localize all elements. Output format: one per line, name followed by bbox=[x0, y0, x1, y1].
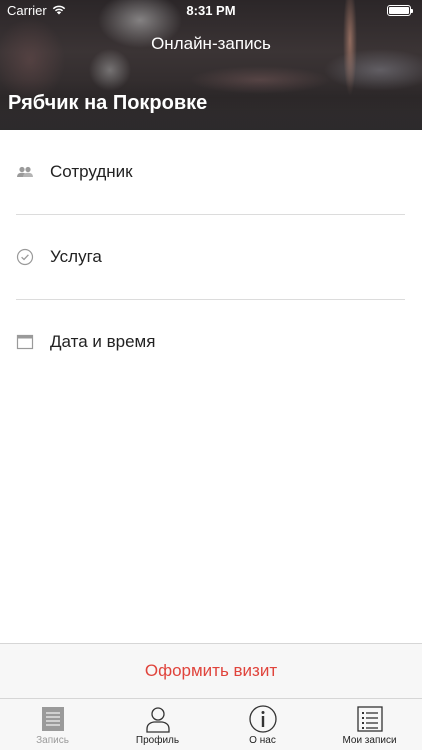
service-option-label: Услуга bbox=[50, 247, 102, 266]
employee-option-label: Сотрудник bbox=[50, 162, 133, 181]
service-option[interactable]: Услуга bbox=[0, 215, 422, 299]
employee-option[interactable]: Сотрудник bbox=[0, 130, 422, 214]
tab-booking[interactable]: Запись bbox=[0, 699, 105, 750]
header-banner: Carrier 8:31 PM Онлайн-запись Рябчик на … bbox=[0, 0, 422, 130]
nav-title: Онлайн-запись bbox=[151, 34, 271, 53]
venue-name: Рябчик на Покровке bbox=[8, 92, 208, 114]
datetime-option-label: Дата и время bbox=[50, 332, 156, 351]
datetime-option[interactable]: Дата и время bbox=[0, 300, 422, 384]
calendar-icon bbox=[16, 334, 34, 350]
battery-icon bbox=[387, 5, 413, 16]
tab-bar: Запись Профиль О нас Мои записи bbox=[0, 698, 422, 750]
document-icon bbox=[41, 707, 64, 731]
tab-my-bookings-label: Мои записи bbox=[342, 735, 397, 746]
person-icon bbox=[145, 707, 170, 733]
check-circle-icon bbox=[16, 248, 34, 266]
info-icon bbox=[248, 705, 277, 733]
tab-my-bookings[interactable]: Мои записи bbox=[317, 699, 422, 750]
book-visit-button[interactable]: Оформить визит bbox=[145, 661, 277, 681]
clock-label: 8:31 PM bbox=[186, 3, 236, 18]
action-bar: Оформить визит bbox=[0, 643, 422, 698]
list-icon bbox=[356, 706, 383, 732]
tab-profile-label: Профиль bbox=[135, 735, 180, 746]
tab-about-label: О нас bbox=[249, 735, 276, 746]
status-bar: Carrier 8:31 PM bbox=[0, 0, 422, 22]
tab-profile[interactable]: Профиль bbox=[105, 699, 210, 750]
tab-about[interactable]: О нас bbox=[210, 699, 315, 750]
tab-booking-label: Запись bbox=[36, 735, 69, 746]
booking-options-list: Сотрудник Услуга Дата и время bbox=[0, 130, 422, 384]
people-icon bbox=[17, 166, 33, 177]
